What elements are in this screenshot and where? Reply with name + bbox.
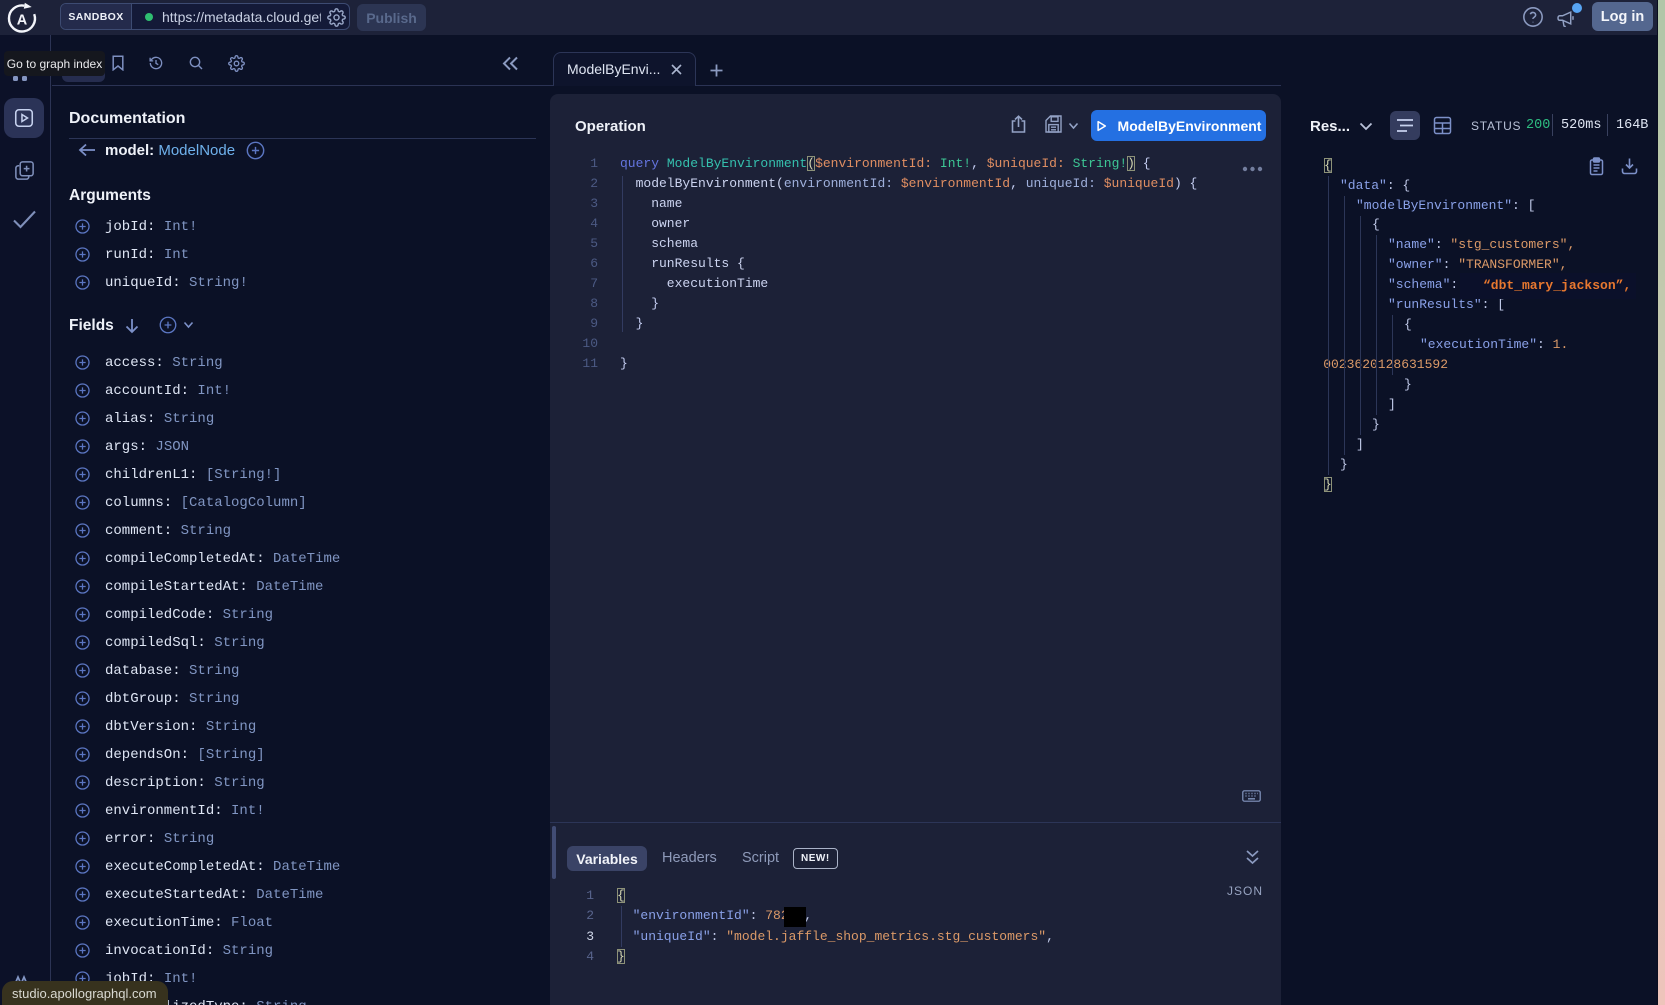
svg-text:A: A	[17, 12, 28, 28]
